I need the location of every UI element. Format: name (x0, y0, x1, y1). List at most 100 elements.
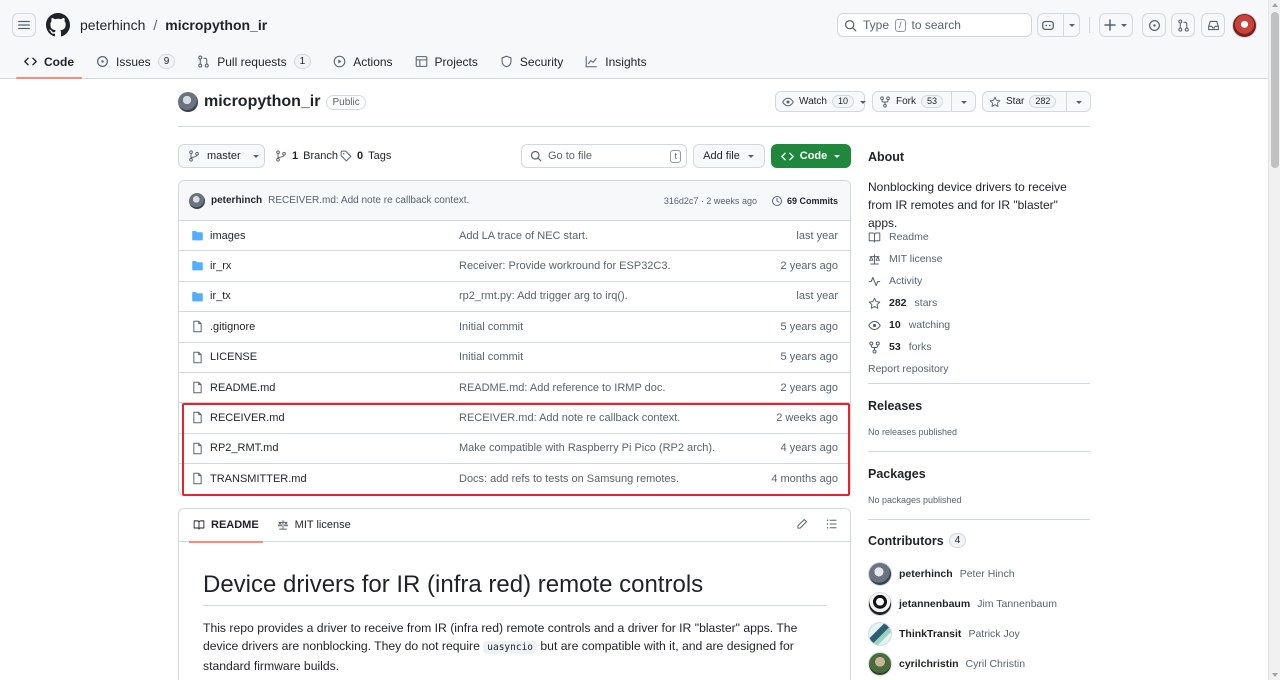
file-row[interactable]: .gitignore Initial commit 5 years ago (179, 312, 850, 343)
file-icon (191, 442, 204, 455)
page-scrollbar[interactable] (1268, 0, 1280, 680)
contributors-count: 4 (948, 533, 967, 548)
menu-icon[interactable] (12, 13, 36, 37)
file-row[interactable]: LICENSE Initial commit 5 years ago (179, 343, 850, 373)
list-outline-icon[interactable] (826, 518, 838, 530)
license-link[interactable]: MIT license (868, 248, 1090, 270)
contributor-item[interactable]: jetannenbaum Jim Tannenbaum (868, 591, 1090, 617)
repo-link[interactable]: micropython_ir (165, 17, 267, 33)
watchers-link[interactable]: 10 watching (868, 314, 1090, 336)
global-search-input[interactable]: Type / to search (837, 13, 1032, 37)
star-button[interactable]: Star 282 (982, 91, 1091, 112)
commit-message[interactable]: RECEIVER.md: Add note re callback contex… (268, 195, 469, 206)
report-repository-link[interactable]: Report repository (868, 358, 1090, 380)
github-logo-icon[interactable] (46, 13, 70, 37)
create-new-button[interactable] (1099, 13, 1133, 37)
file-commit-message[interactable]: Add LA trace of NEC start. (459, 230, 588, 242)
tab-insights[interactable]: Insights (577, 48, 654, 75)
license-tab-label: MIT license (294, 519, 351, 531)
tab-license[interactable]: MIT license (275, 509, 353, 542)
file-row[interactable]: TRANSMITTER.md Docs: add refs to tests on… (179, 464, 850, 494)
file-icon (191, 381, 204, 394)
branch-selector[interactable]: master (178, 144, 265, 168)
star-menu[interactable] (1066, 92, 1090, 111)
file-commit-message[interactable]: rp2_rmt.py: Add trigger arg to irq(). (459, 290, 628, 302)
contributor-item[interactable]: peterhinch Peter Hinch (868, 561, 1090, 587)
file-row[interactable]: RECEIVER.md RECEIVER.md: Add note re call… (179, 403, 850, 434)
contributor-item[interactable]: cyrilchristin Cyril Christin (868, 651, 1090, 677)
file-row[interactable]: ir_rx Receiver: Provide workround for ESP… (179, 251, 850, 282)
stars-link[interactable]: 282 stars (868, 292, 1090, 314)
file-name[interactable]: ir_rx (210, 260, 231, 272)
plus-icon (1104, 19, 1116, 31)
file-row[interactable]: RP2_RMT.md Make compatible with Raspberry… (179, 434, 850, 465)
add-file-button[interactable]: Add file (693, 144, 765, 168)
inbox-icon (1207, 19, 1220, 32)
scroll-down-arrow[interactable] (1272, 673, 1278, 677)
file-commit-message[interactable]: Initial commit (459, 351, 523, 363)
tab-issues[interactable]: Issues 9 (88, 48, 183, 75)
file-commit-message[interactable]: Initial commit (459, 321, 523, 333)
file-name[interactable]: ir_tx (210, 290, 231, 302)
file-row[interactable]: README.md README.md: Add reference to IRM… (179, 373, 850, 404)
branches-link[interactable]: 1 Branch (275, 150, 338, 162)
file-name[interactable]: LICENSE (210, 351, 257, 363)
commit-author[interactable]: peterhinch (211, 195, 262, 206)
releases-title[interactable]: Releases (868, 399, 1090, 413)
play-icon (333, 55, 346, 68)
tab-security[interactable]: Security (492, 48, 571, 75)
file-name[interactable]: .gitignore (210, 321, 255, 333)
contributors-title[interactable]: Contributors (868, 534, 944, 548)
tab-pull-requests[interactable]: Pull requests 1 (189, 48, 319, 75)
file-commit-message[interactable]: RECEIVER.md: Add note re callback contex… (459, 412, 680, 424)
owner-link[interactable]: peterhinch (80, 17, 145, 33)
contributor-name: Cyril Christin (965, 658, 1026, 670)
go-to-file-input[interactable]: Go to file t (521, 144, 687, 168)
file-commit-message[interactable]: Make compatible with Raspberry Pi Pico (… (459, 442, 715, 454)
contributor-item[interactable]: ThinkTransit Patrick Joy (868, 621, 1090, 647)
scroll-up-arrow[interactable] (1272, 3, 1278, 7)
pull-requests-button[interactable] (1171, 13, 1195, 37)
link-count: 10 (889, 319, 901, 331)
tab-projects[interactable]: Projects (407, 48, 486, 75)
tab-readme[interactable]: README (189, 509, 263, 543)
activity-link[interactable]: Activity (868, 270, 1090, 292)
file-row[interactable]: images Add LA trace of NEC start. last yea… (179, 221, 850, 252)
packages-section: Packages (868, 467, 1090, 481)
readme-link[interactable]: Readme (868, 226, 1090, 248)
scrollbar-thumb[interactable] (1271, 12, 1279, 168)
tab-label: Insights (605, 54, 647, 69)
code-button[interactable]: Code (771, 144, 851, 168)
file-commit-message[interactable]: README.md: Add reference to IRMP doc. (459, 382, 665, 394)
packages-title[interactable]: Packages (868, 467, 1090, 481)
tab-actions[interactable]: Actions (325, 48, 400, 75)
file-commit-message[interactable]: Receiver: Provide workround for ESP32C3. (459, 260, 671, 272)
file-name[interactable]: images (210, 230, 245, 242)
file-name[interactable]: RP2_RMT.md (210, 442, 278, 454)
issues-button[interactable] (1142, 13, 1166, 37)
file-commit-date: 4 years ago (780, 442, 838, 455)
link-count: 282 (889, 297, 907, 309)
repo-name[interactable]: micropython_ir (204, 93, 320, 111)
tags-link[interactable]: 0 Tags (340, 150, 391, 162)
file-name[interactable]: TRANSMITTER.md (210, 473, 307, 485)
owner-avatar[interactable] (178, 92, 198, 112)
file-name[interactable]: RECEIVER.md (210, 412, 285, 424)
watch-button[interactable]: Watch 10 (775, 91, 866, 112)
tab-code[interactable]: Code (16, 48, 82, 79)
inbox-button[interactable] (1201, 13, 1225, 37)
fork-menu[interactable] (951, 92, 975, 111)
commit-sha-time[interactable]: 316d2c7 · 2 weeks ago (664, 196, 757, 206)
fork-button[interactable]: Fork 53 (872, 91, 976, 112)
pencil-icon[interactable] (796, 518, 808, 530)
commit-author-avatar[interactable] (189, 192, 205, 209)
file-commit-message[interactable]: Docs: add refs to tests on Samsung remot… (459, 473, 679, 485)
forks-link[interactable]: 53 forks (868, 336, 1090, 358)
tab-label: Code (44, 54, 74, 69)
file-row[interactable]: ir_tx rp2_rmt.py: Add trigger arg to irq(… (179, 282, 850, 313)
file-name[interactable]: README.md (210, 382, 275, 394)
commits-link[interactable]: 69 Commits (771, 195, 838, 207)
copilot-button[interactable] (1037, 13, 1080, 37)
user-avatar[interactable] (1232, 13, 1257, 38)
packages-note: No packages published (868, 495, 962, 505)
